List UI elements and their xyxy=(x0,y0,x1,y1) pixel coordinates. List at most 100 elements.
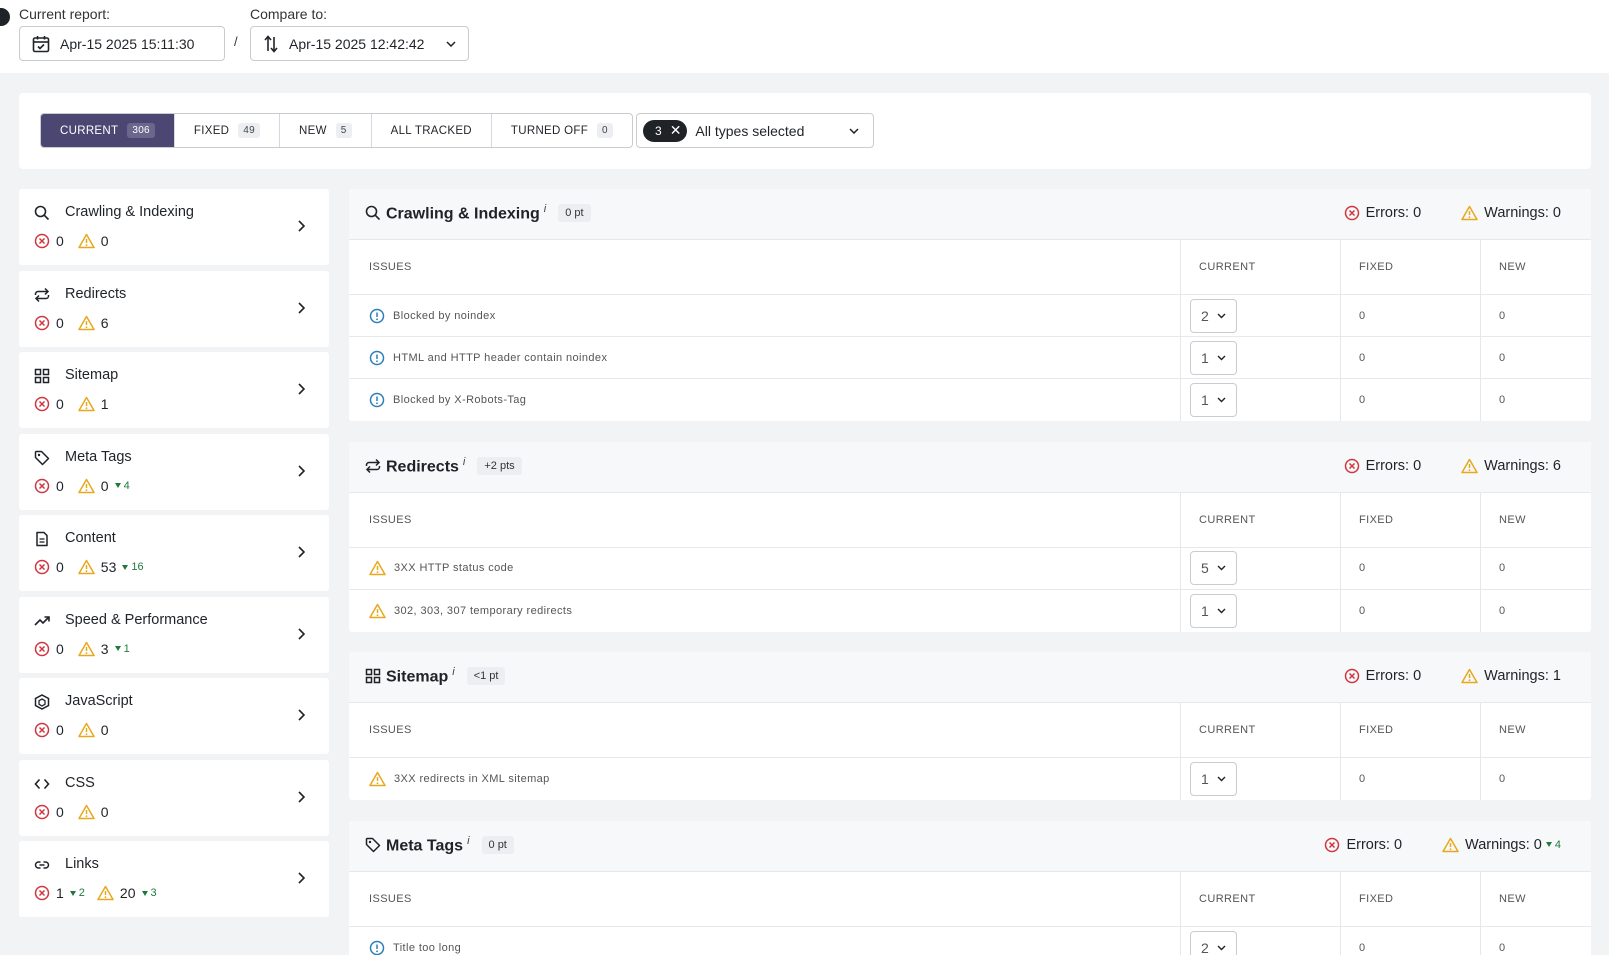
warnings-count: 0 xyxy=(100,803,109,820)
chevron-right-icon xyxy=(298,872,306,884)
compare-report-dropdown[interactable]: Apr-15 2025 12:42:42 xyxy=(250,26,469,61)
section-title: Crawling & Indexing i 0 pt xyxy=(386,203,591,223)
sidebar-item[interactable]: Meta Tags 0 0 4 xyxy=(19,433,329,510)
tab-label: TURNED OFF xyxy=(510,124,589,137)
col-issues: ISSUES xyxy=(349,871,1181,926)
document-icon xyxy=(33,530,51,548)
issue-name[interactable]: HTML and HTTP header contain noindex xyxy=(349,337,1181,378)
tab-all-tracked[interactable]: ALL TRACKED xyxy=(372,114,492,147)
sidebar-item-counts: 0 31 xyxy=(34,641,142,657)
current-count-dropdown[interactable]: 2 xyxy=(1190,930,1238,955)
sidebar-item[interactable]: Speed & Performance 0 3 1 xyxy=(19,596,329,673)
sidebar-item[interactable]: JavaScript 0 0 xyxy=(19,678,329,754)
table-row[interactable]: HTML and HTTP header contain noindex 1 0 0 xyxy=(349,337,1591,379)
issue-section: Sitemap i <1 pt Errors: 0 Warnings: 1 ISSUES C… xyxy=(349,652,1591,800)
tab-new[interactable]: NEW 5 xyxy=(280,114,372,147)
error-icon xyxy=(34,315,50,330)
tab-turned-off[interactable]: TURNED OFF 0 xyxy=(492,114,632,147)
tab-count: 306 xyxy=(127,123,155,138)
error-icon xyxy=(34,804,50,819)
sidebar-item[interactable]: Links 1 2 20 3 xyxy=(19,841,329,917)
compare-report-value: Apr-15 2025 12:42:42 xyxy=(289,35,425,52)
errors-count: 0 xyxy=(56,477,64,494)
chevron-right-icon xyxy=(298,627,306,640)
table-row[interactable]: 3XX redirects in XML sitemap 1 0 0 xyxy=(349,758,1591,800)
errors-count: 0 xyxy=(56,640,64,657)
tag-icon xyxy=(365,837,381,856)
tab-current[interactable]: CURRENT 306 xyxy=(41,114,175,147)
issue-name[interactable]: Title too long xyxy=(349,926,1181,955)
issue-name[interactable]: 302, 303, 307 temporary redirects xyxy=(349,589,1181,632)
sidebar-item[interactable]: CSS 0 0 xyxy=(19,759,329,836)
current-count-dropdown[interactable]: 2 xyxy=(1190,298,1238,333)
collapse-handle[interactable] xyxy=(0,8,10,26)
error-icon xyxy=(1325,837,1340,852)
issue-name[interactable]: 3XX redirects in XML sitemap xyxy=(349,758,1181,800)
current-count-dropdown[interactable]: 1 xyxy=(1190,383,1238,417)
sidebar-item-label: Sitemap xyxy=(65,367,119,383)
new-count: 0 xyxy=(1499,309,1506,322)
clear-icon[interactable]: ✕ xyxy=(670,122,682,139)
section-header: Sitemap i <1 pt Errors: 0 Warnings: 1 xyxy=(349,652,1591,703)
errors-count: 0 xyxy=(56,314,64,331)
issue-status-tabs: CURRENT 306 FIXED 49 NEW 5 ALL TRACKED TURN… xyxy=(40,113,633,148)
warnings-count: 0 xyxy=(100,233,109,249)
current-count-dropdown[interactable]: 1 xyxy=(1190,340,1238,375)
info-icon[interactable]: i xyxy=(544,203,546,215)
sidebar-item-label: Speed & Performance xyxy=(65,611,208,628)
tab-fixed[interactable]: FIXED 49 xyxy=(175,114,281,147)
warnings-delta: 4 xyxy=(114,480,130,492)
table-row[interactable]: 3XX HTTP status code 5 0 0 xyxy=(349,547,1591,590)
warning-icon xyxy=(78,478,95,493)
chevron-down-icon xyxy=(1217,945,1226,950)
warning-icon xyxy=(78,559,95,575)
info-icon[interactable]: i xyxy=(463,456,465,468)
table-row[interactable]: Blocked by noindex 2 0 0 xyxy=(349,295,1591,337)
sidebar-item[interactable]: Sitemap 0 1 xyxy=(19,352,329,428)
errors-delta: 2 xyxy=(69,887,85,899)
selected-types-chip[interactable]: 3 ✕ xyxy=(643,119,688,142)
fixed-count: 0 xyxy=(1341,926,1481,955)
warnings-count: 53 xyxy=(100,559,117,575)
current-count-dropdown[interactable]: 1 xyxy=(1190,593,1238,628)
chevron-right-icon xyxy=(298,790,306,806)
sidebar-item-counts: 00 xyxy=(34,804,123,820)
warning-icon xyxy=(78,804,95,819)
report-separator: / xyxy=(234,34,238,49)
info-icon[interactable]: i xyxy=(452,666,454,678)
section-header: Meta Tags i 0 pt Errors: 0 Warnings: 04 xyxy=(349,820,1591,872)
chevron-down-icon xyxy=(1217,565,1226,571)
issue-name[interactable]: 3XX HTTP status code xyxy=(349,547,1181,589)
errors-count: 1 xyxy=(56,885,64,901)
error-icon xyxy=(34,722,50,738)
warning-icon xyxy=(1442,837,1459,852)
new-count: 0 xyxy=(1499,351,1506,364)
chevron-right-icon xyxy=(298,708,306,724)
sidebar-item[interactable]: Content 0 53 16 xyxy=(19,515,329,591)
sidebar-item[interactable]: Redirects 0 6 xyxy=(19,270,329,347)
warnings-count: 20 xyxy=(119,885,136,901)
warnings-delta: 4 xyxy=(1545,839,1561,851)
swap-icon xyxy=(264,34,278,53)
issue-name[interactable]: Blocked by X-Robots-Tag xyxy=(349,379,1181,421)
issue-type-select[interactable]: 3 ✕ All types selected xyxy=(636,113,874,148)
issue-name[interactable]: Blocked by noindex xyxy=(349,295,1181,336)
error-icon xyxy=(1344,205,1359,221)
sidebar-item-label: JavaScript xyxy=(65,693,133,709)
info-icon[interactable]: i xyxy=(467,835,469,847)
chevron-down-icon xyxy=(446,40,456,47)
error-icon xyxy=(34,478,50,493)
table-row[interactable]: Blocked by X-Robots-Tag 1 0 0 xyxy=(349,379,1591,421)
warning-icon xyxy=(1461,205,1478,221)
points-badge: +2 pts xyxy=(477,456,522,475)
current-count-dropdown[interactable]: 5 xyxy=(1190,551,1238,585)
sidebar-item-counts: 1 2 20 3 xyxy=(34,885,169,901)
notice-icon xyxy=(369,308,385,323)
sidebar-item[interactable]: Crawling & Indexing 0 0 xyxy=(19,189,329,265)
current-report-picker[interactable]: Apr-15 2025 15:11:30 xyxy=(19,26,225,61)
table-row[interactable]: 302, 303, 307 temporary redirects 1 0 0 xyxy=(349,589,1591,632)
current-count-dropdown[interactable]: 1 xyxy=(1190,762,1238,796)
fixed-count: 0 xyxy=(1341,547,1481,589)
issues-panel: Crawling & Indexing i 0 pt Errors: 0 Warning… xyxy=(349,189,1591,955)
table-row[interactable]: Title too long 2 0 0 xyxy=(349,926,1591,955)
